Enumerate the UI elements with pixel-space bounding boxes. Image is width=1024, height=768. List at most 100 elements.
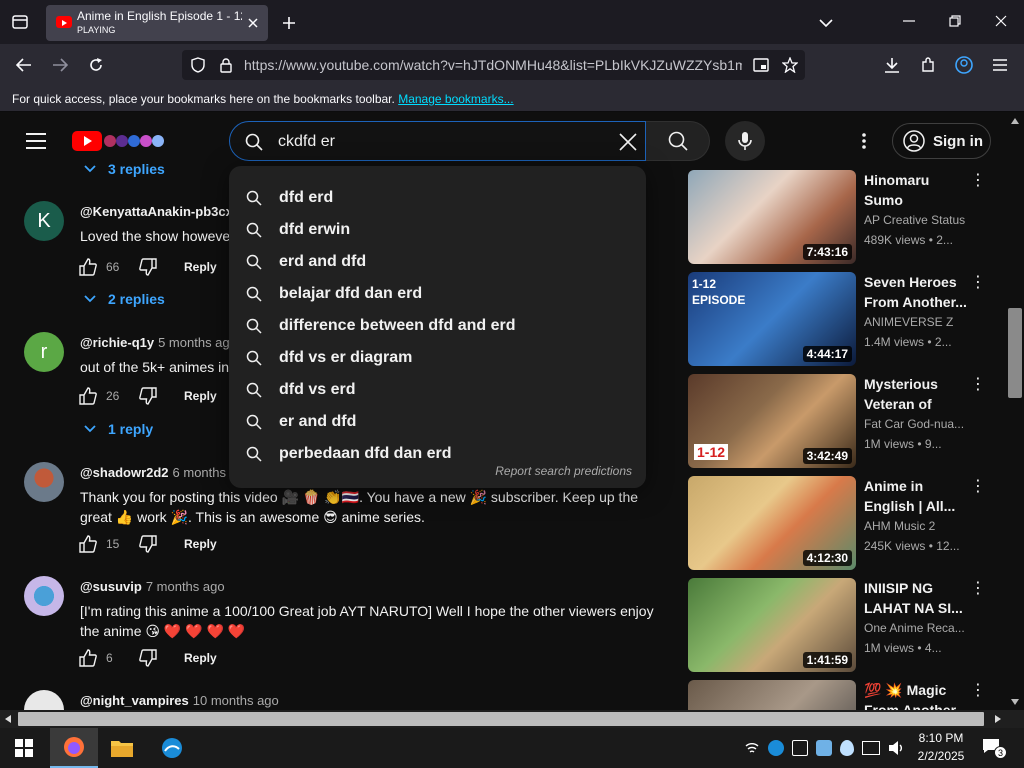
lock-icon[interactable] [216,55,236,75]
account-icon[interactable] [952,53,976,77]
manage-bookmarks-link[interactable]: Manage bookmarks... [398,92,513,106]
app-menu-hamburger-icon[interactable] [988,53,1012,77]
back-arrow-icon[interactable] [12,53,36,77]
tray-app-icon[interactable] [792,740,808,756]
guide-menu-icon[interactable] [24,129,48,153]
reply-button[interactable]: Reply [184,389,217,403]
suggestion-item[interactable]: difference between dfd and erd [229,310,646,342]
report-search-predictions-link[interactable]: Report search predictions [495,464,632,478]
forward-arrow-icon[interactable] [48,53,72,77]
video-channel[interactable]: One Anime Reca... [864,621,974,635]
video-thumbnail[interactable]: 1-12 3:42:49 [688,374,856,468]
restore-icon[interactable] [944,10,966,32]
active-tab[interactable]: Anime in English Episode 1 - 12 PLAYING [46,5,268,41]
start-windows-icon[interactable] [0,728,48,768]
app-taskbar-icon[interactable] [148,728,196,768]
picture-in-picture-icon[interactable] [750,55,772,75]
video-title[interactable]: Anime in English | All... [864,476,968,516]
sign-in-button[interactable]: Sign in [892,123,991,159]
settings-more-icon[interactable] [852,129,876,153]
avatar[interactable]: r [24,332,64,372]
avatar[interactable] [24,576,64,616]
firefox-taskbar-icon[interactable] [50,728,98,768]
close-tab-icon[interactable] [244,14,262,32]
video-title[interactable]: INIISIP NG LAHAT NA SI... [864,578,968,618]
close-window-icon[interactable] [990,10,1012,32]
tray-app-icon[interactable] [816,740,832,756]
search-box[interactable]: ckdfd er [229,121,646,161]
dislike-thumb-down-icon[interactable] [138,648,158,668]
video-more-icon[interactable]: ⋮ [970,580,986,600]
video-channel[interactable]: Fat Car God-nua... [864,417,974,431]
suggestion-item[interactable]: dfd erwin [229,214,646,246]
related-video[interactable]: 7:43:16 Hinomaru Sumo Episode... AP Crea… [688,170,998,266]
video-channel[interactable]: AHM Music 2 [864,519,974,533]
comment-author[interactable]: @KenyattaAnakin-pb3cx [80,204,237,219]
video-more-icon[interactable]: ⋮ [970,376,986,396]
suggestion-item[interactable]: erd and dfd [229,246,646,278]
scroll-left-arrow-icon[interactable] [4,714,12,724]
notification-center-icon[interactable]: 3 [982,738,1007,760]
related-video[interactable]: 1-12 3:42:49 Mysterious Veteran of the..… [688,374,998,470]
url-text[interactable]: https://www.youtube.com/watch?v=hJTdONMH… [244,57,742,73]
suggestion-item[interactable]: dfd vs erd [229,374,646,406]
search-button[interactable] [646,121,710,161]
firefox-view-icon[interactable] [8,10,32,34]
avatar[interactable]: K [24,201,64,241]
suggestion-item[interactable]: er and dfd [229,406,646,438]
tray-display-icon[interactable] [862,741,880,755]
minimize-icon[interactable] [898,10,920,32]
replies-toggle[interactable]: 3 replies [84,161,165,177]
video-channel[interactable]: AP Creative Status [864,213,974,227]
search-input[interactable]: ckdfd er [278,133,335,151]
tray-network-icon[interactable] [744,740,760,756]
video-more-icon[interactable]: ⋮ [970,682,986,702]
video-thumbnail[interactable]: 1-12 EPISODE 4:44:17 [688,272,856,366]
youtube-logo-icon[interactable] [72,130,168,152]
bookmark-star-icon[interactable] [779,55,801,75]
tray-volume-icon[interactable] [888,740,906,756]
tray-app-icon[interactable] [840,740,854,756]
file-explorer-icon[interactable] [98,728,146,768]
video-more-icon[interactable]: ⋮ [970,274,986,294]
reload-icon[interactable] [84,53,108,77]
extensions-icon[interactable] [916,53,940,77]
video-thumbnail[interactable]: 4:12:30 [688,476,856,570]
clock-time[interactable]: 8:10 PM [916,731,966,745]
tracking-protection-shield-icon[interactable] [188,55,208,75]
video-more-icon[interactable]: ⋮ [970,172,986,192]
related-video[interactable]: 1:41:59 INIISIP NG LAHAT NA SI... One An… [688,578,998,674]
scrollbar-thumb[interactable] [18,712,984,726]
replies-toggle[interactable]: 2 replies [84,291,165,307]
reply-button[interactable]: Reply [184,537,217,551]
comment-author[interactable]: @shadowr2d2 6 months a [80,465,237,480]
like-thumb-up-icon[interactable] [78,257,98,277]
video-thumbnail[interactable] [688,680,856,710]
related-video[interactable]: 💯 💥 Magic From Another... ⋮ [688,680,998,710]
video-title[interactable]: Hinomaru Sumo Episode... [864,170,968,210]
scrollbar-thumb[interactable] [1008,308,1022,398]
voice-search-button[interactable] [725,121,765,161]
comment-author[interactable]: @richie-q1y 5 months ago [80,335,237,350]
clear-search-icon[interactable] [616,130,640,154]
scroll-up-arrow-icon[interactable] [1010,117,1020,125]
like-thumb-up-icon[interactable] [78,648,98,668]
vertical-scrollbar[interactable] [1006,113,1024,710]
video-channel[interactable]: ANIMEVERSE Z [864,315,974,329]
like-thumb-up-icon[interactable] [78,386,98,406]
related-video[interactable]: 4:12:30 Anime in English | All... AHM Mu… [688,476,998,572]
video-thumbnail[interactable]: 7:43:16 [688,170,856,264]
suggestion-item[interactable]: belajar dfd dan erd [229,278,646,310]
tray-app-icon[interactable] [768,740,784,756]
url-bar[interactable]: https://www.youtube.com/watch?v=hJTdONMH… [182,50,805,80]
related-video[interactable]: 1-12 EPISODE 4:44:17 Seven Heroes From A… [688,272,998,368]
reply-button[interactable]: Reply [184,260,217,274]
downloads-icon[interactable] [880,53,904,77]
comment-author[interactable]: @susuvip 7 months ago [80,579,225,594]
video-more-icon[interactable]: ⋮ [970,478,986,498]
scroll-down-arrow-icon[interactable] [1010,698,1020,706]
suggestion-item[interactable]: dfd erd [229,182,646,214]
avatar[interactable] [24,462,64,502]
video-title[interactable]: Seven Heroes From Another... [864,272,968,312]
video-title[interactable]: 💯 💥 Magic From Another... [864,680,968,710]
